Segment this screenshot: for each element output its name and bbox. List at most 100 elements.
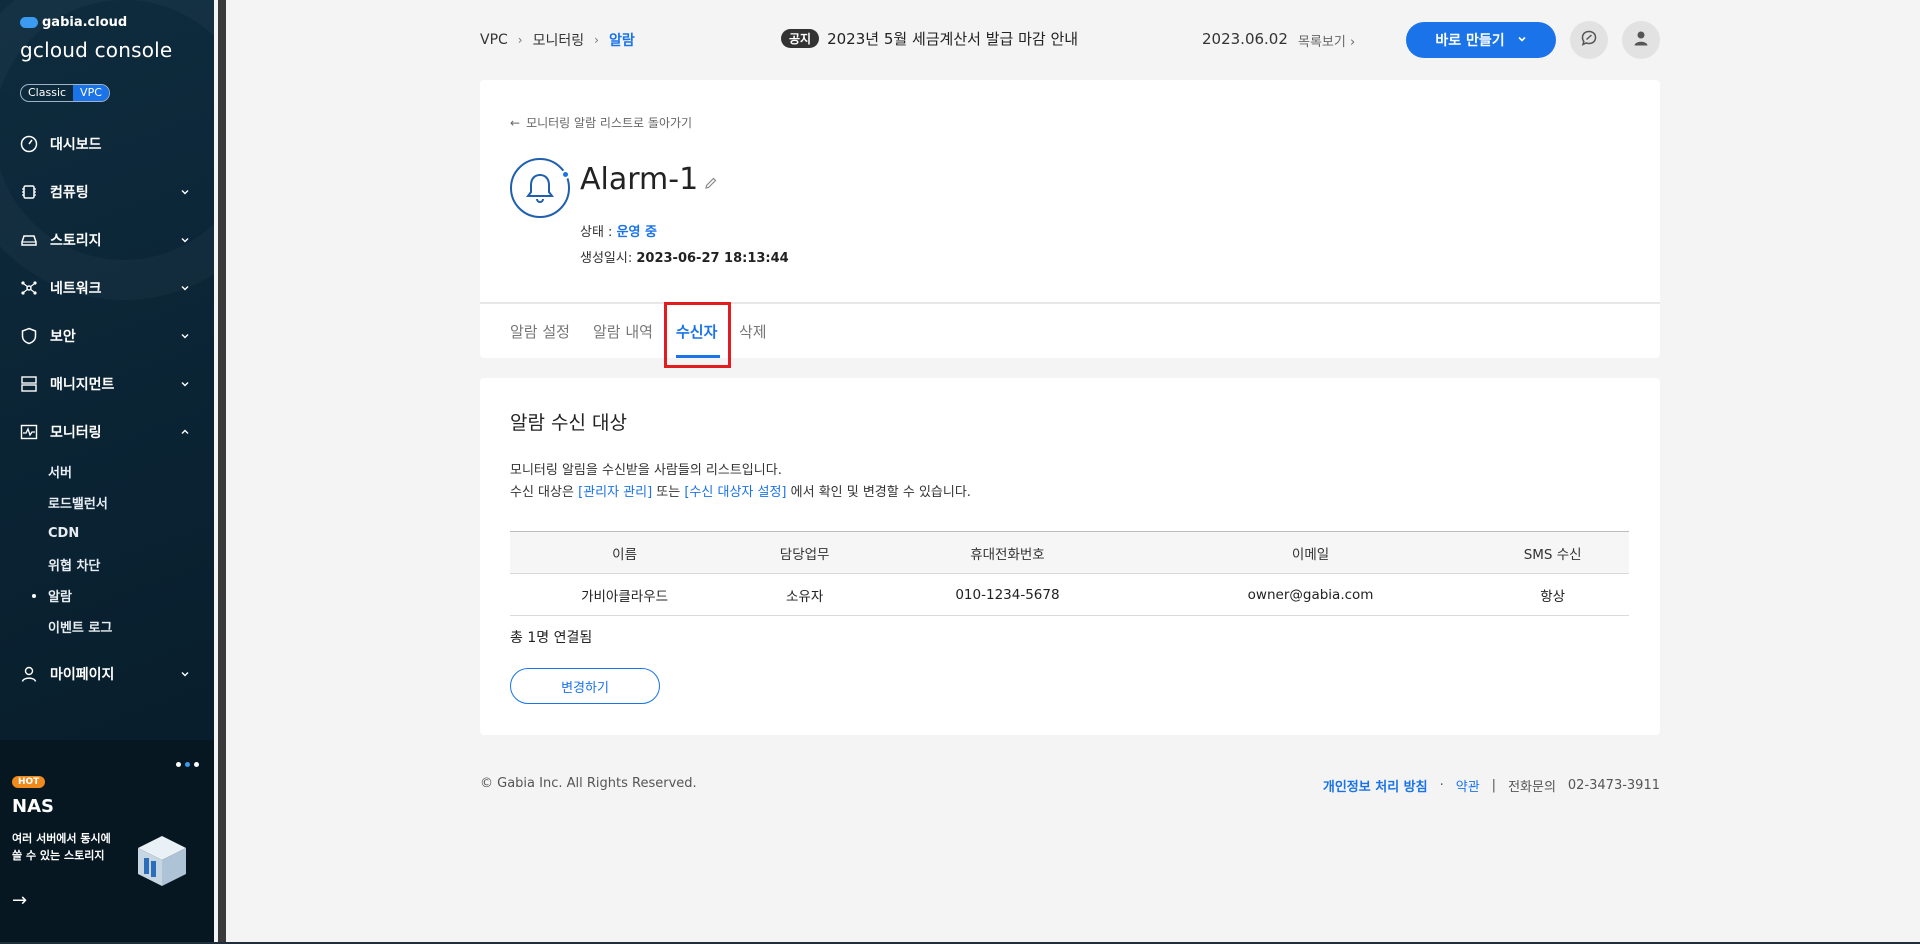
submenu-item-alarm[interactable]: 알람	[32, 580, 214, 611]
submenu-item-loadbalancer[interactable]: 로드밸런서	[48, 487, 214, 518]
chevron-down-icon	[180, 667, 190, 683]
promo-desc-line: 쓸 수 있는 스토리지	[12, 849, 105, 862]
separator-dot: ·	[1439, 778, 1444, 793]
bell-icon	[510, 158, 570, 218]
created-label: 생성일시:	[580, 251, 633, 266]
cell-name: 가비아클라우드	[510, 573, 740, 616]
sidebar-nav: 대시보드 컴퓨팅 스토리지 네트워크 보안 매니지먼트 모니터링 서버 로드밸런…	[0, 120, 214, 698]
quick-create-label: 바로 만들기	[1435, 33, 1505, 49]
hot-badge: HOT	[12, 776, 46, 788]
sidebar-item-mypage[interactable]: 마이페이지	[0, 650, 214, 698]
separator-bar: |	[1491, 778, 1497, 793]
mode-toggle[interactable]: Classic VPC	[20, 84, 110, 102]
brand-name[interactable]: gcloud console	[20, 38, 172, 62]
tab-alarm-history[interactable]: 알람 내역	[593, 321, 653, 342]
privacy-policy-link[interactable]: 개인정보 처리 방침	[1323, 776, 1428, 795]
cell-phone: 010-1234-5678	[870, 573, 1145, 616]
management-icon	[20, 375, 38, 393]
recipients-table: 이름 담당업무 휴대전화번호 이메일 SMS 수신 가비아클라우드 소유자 01…	[510, 531, 1629, 616]
back-to-list-link[interactable]: ← 모니터링 알람 리스트로 돌아가기	[510, 114, 692, 131]
chevron-down-icon	[1517, 32, 1527, 48]
user-icon	[20, 665, 38, 683]
sidebar-item-monitoring[interactable]: 모니터링	[0, 408, 214, 456]
mode-classic[interactable]: Classic	[21, 85, 73, 101]
tab-delete[interactable]: 삭제	[739, 321, 767, 342]
phone-number: 02-3473-3911	[1567, 778, 1660, 793]
arrow-right-icon[interactable]: →	[12, 890, 27, 911]
terms-link[interactable]: 약관	[1456, 776, 1480, 795]
chevron-right-icon: ›	[517, 33, 523, 47]
sidebar-item-network[interactable]: 네트워크	[0, 264, 214, 312]
notice-text[interactable]: 2023년 5월 세금계산서 발급 마감 안내	[827, 28, 1078, 49]
breadcrumb-item[interactable]: VPC	[480, 32, 508, 48]
user-icon	[1632, 29, 1650, 51]
sidebar-item-label: 보안	[50, 329, 76, 345]
sidebar-item-management[interactable]: 매니지먼트	[0, 360, 214, 408]
chevron-down-icon	[180, 377, 190, 393]
submenu-item-cdn[interactable]: CDN	[48, 518, 214, 549]
submenu-item-server[interactable]: 서버	[48, 456, 214, 487]
notice-date: 2023.06.02	[1202, 30, 1288, 48]
list-view-link[interactable]: 목록보기 ›	[1298, 31, 1355, 50]
column-header: 담당업무	[739, 531, 871, 574]
carousel-dots[interactable]	[176, 762, 199, 767]
sidebar-item-security[interactable]: 보안	[0, 312, 214, 360]
section-title: 알람 수신 대상	[510, 412, 627, 434]
storage-icon	[20, 231, 38, 249]
sidebar-item-label: 컴퓨팅	[50, 185, 89, 201]
promo-desc-line: 여러 서버에서 동시에	[12, 832, 111, 845]
sidebar-item-label: 모니터링	[50, 425, 102, 441]
desc-text: 에서 확인 및 변경할 수 있습니다.	[790, 485, 971, 500]
cloud-icon	[20, 17, 38, 28]
sidebar-item-storage[interactable]: 스토리지	[0, 216, 214, 264]
list-view-label: 목록보기	[1298, 35, 1346, 50]
tab-alarm-settings[interactable]: 알람 설정	[510, 321, 570, 342]
submenu-item-threat-block[interactable]: 위협 차단	[48, 549, 214, 580]
created-line: 생성일시: 2023-06-27 18:13:44	[580, 247, 789, 266]
promo-title: NAS	[12, 796, 54, 817]
monitoring-icon	[20, 423, 38, 441]
chevron-right-icon: ›	[1349, 35, 1356, 50]
sidebar-item-label: 네트워크	[50, 281, 102, 297]
tab-bar: 알람 설정 알람 내역 수신자 삭제	[480, 302, 1660, 358]
quick-create-button[interactable]: 바로 만들기	[1406, 22, 1556, 58]
arrow-left-icon: ←	[510, 115, 521, 130]
sidebar-item-label: 스토리지	[50, 233, 102, 249]
mode-vpc[interactable]: VPC	[73, 85, 109, 101]
desc-text: 또는	[656, 485, 681, 500]
status-line: 상태 : 운영 중	[580, 221, 657, 240]
chat-icon	[1580, 29, 1598, 51]
submenu-item-event-log[interactable]: 이벤트 로그	[48, 611, 214, 642]
chip-icon	[20, 183, 38, 201]
chevron-down-icon	[180, 233, 190, 249]
breadcrumb-current: 알람	[608, 33, 635, 49]
sidebar-scrollbar[interactable]	[218, 0, 226, 944]
cell-email: owner@gabia.com	[1144, 573, 1477, 616]
change-button[interactable]: 변경하기	[510, 668, 660, 704]
network-icon	[20, 279, 38, 297]
notice-banner[interactable]: 공지 2023년 5월 세금계산서 발급 마감 안내	[781, 28, 1078, 49]
admin-management-link[interactable]: [관리자 관리]	[578, 485, 652, 500]
breadcrumb: VPC › 모니터링 › 알람	[480, 30, 635, 50]
brand-logo[interactable]: gabia.cloud	[20, 15, 127, 30]
pencil-icon[interactable]	[704, 176, 718, 194]
description-line: 수신 대상은 [관리자 관리] 또는 [수신 대상자 설정] 에서 확인 및 변…	[510, 481, 971, 500]
promo-desc: 여러 서버에서 동시에 쓸 수 있는 스토리지	[12, 830, 132, 864]
breadcrumb-item[interactable]: 모니터링	[533, 30, 585, 50]
recipient-settings-link[interactable]: [수신 대상자 설정]	[684, 485, 786, 500]
chevron-up-icon	[180, 425, 190, 441]
chat-button[interactable]	[1570, 21, 1608, 59]
promo-banner[interactable]: HOT NAS 여러 서버에서 동시에 쓸 수 있는 스토리지 →	[0, 740, 214, 944]
sidebar-item-label: 마이페이지	[50, 667, 115, 683]
brand-top-text: gabia.cloud	[42, 15, 128, 30]
status-label: 상태 :	[580, 225, 613, 240]
sidebar-item-dashboard[interactable]: 대시보드	[0, 120, 214, 168]
account-button[interactable]	[1622, 21, 1660, 59]
sidebar-item-computing[interactable]: 컴퓨팅	[0, 168, 214, 216]
chevron-down-icon	[180, 281, 190, 297]
status-dot	[561, 170, 570, 179]
highlight-box	[664, 302, 731, 368]
created-value: 2023-06-27 18:13:44	[636, 251, 789, 266]
status-badge: 운영 중	[616, 225, 657, 240]
sidebar-item-label: 대시보드	[50, 137, 102, 153]
